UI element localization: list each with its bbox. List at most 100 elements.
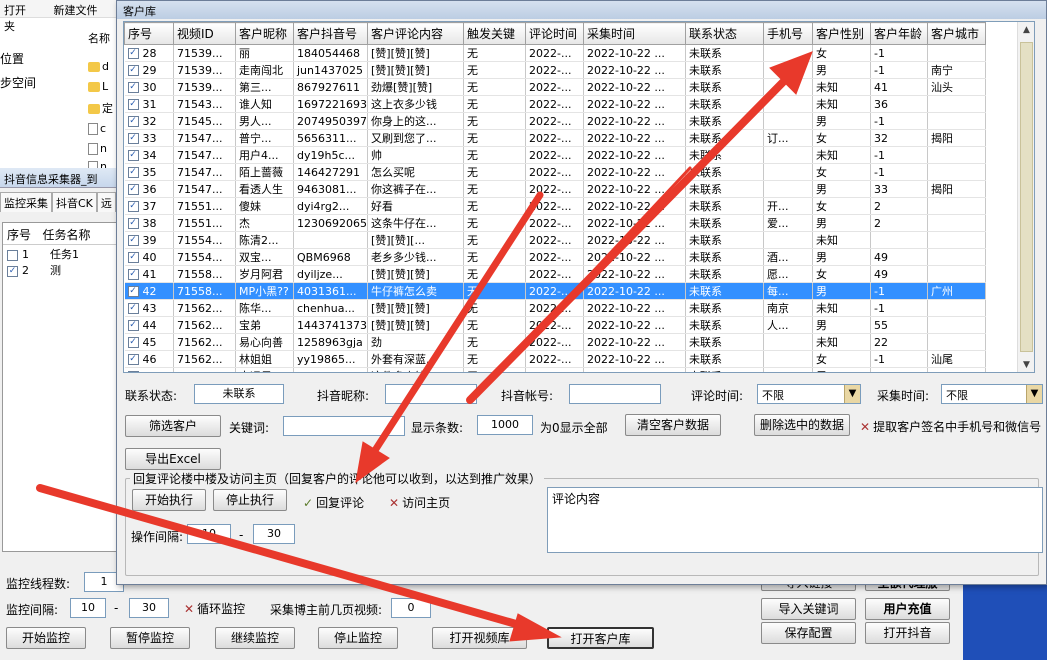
start-monitor-button[interactable]: 开始监控 (6, 627, 86, 649)
checkbox[interactable]: ✓ (127, 337, 139, 348)
table-row[interactable]: ✓ 41 71558... 岁月阿君 dyiljze... [赞][赞][赞] 无 2022-… (124, 265, 986, 283)
comment-content-textarea[interactable]: 评论内容 (547, 487, 1043, 553)
column-header[interactable]: 客户抖音号 (293, 22, 368, 45)
interval-to-input[interactable]: 30 (129, 598, 169, 618)
checkbox[interactable]: ✓ (127, 354, 139, 365)
import-keywords-button[interactable]: 导入关键词 (761, 598, 856, 620)
scroll-thumb[interactable] (1020, 42, 1033, 352)
checkbox[interactable]: ✓ (127, 286, 139, 297)
nav-item-space[interactable]: 步空间 (0, 74, 36, 91)
column-header[interactable]: 触发关键 (463, 22, 526, 45)
checkbox[interactable]: ✓ (127, 252, 139, 263)
checkbox[interactable]: ✓ (127, 371, 139, 372)
col-header-task-name[interactable]: 任务名称 (42, 228, 90, 242)
column-header[interactable]: 视频ID (173, 22, 236, 45)
loop-monitor-option[interactable]: ✕ 循环监控 (184, 600, 245, 617)
table-row[interactable]: ✓ 34 71547... 用户4... dy19h5c... 帅无 2022-... 202… (124, 146, 986, 164)
nav-item-location[interactable]: 位置 (0, 50, 24, 67)
checkbox[interactable]: ✓ (127, 133, 139, 144)
column-header[interactable]: 评论时间 (525, 22, 584, 45)
table-row[interactable]: ✓ 35 71547... 陌上蔷薇 146427291 怎么买呢无 2022-... 202… (124, 163, 986, 181)
column-header[interactable]: 客户昵称 (235, 22, 294, 45)
dropdown-arrow-icon[interactable]: ▼ (844, 385, 860, 403)
tab-more[interactable]: 远 (96, 192, 116, 212)
export-excel-button[interactable]: 导出Excel (125, 448, 221, 470)
checkbox[interactable]: ✓ (127, 82, 139, 93)
collect-time-select[interactable]: 不限 ▼ (941, 384, 1043, 404)
checkbox[interactable]: ✓ (127, 303, 139, 314)
table-row[interactable]: ✓ 39 71554... 陈清2... [赞][赞][... 无 2022-... 2022… (124, 231, 986, 249)
table-row[interactable]: ✓4771562...幸运星354352709这件多少钱无2022-...202… (124, 367, 986, 372)
checkbox[interactable]: ✓ (127, 99, 139, 110)
checkbox[interactable]: ✓ (127, 150, 139, 161)
task-row[interactable]: 1 任务1 (3, 245, 118, 261)
list-item[interactable]: 定 (88, 100, 113, 116)
clear-customer-data-button[interactable]: 清空客户数据 (625, 414, 721, 436)
interval-from-input[interactable]: 10 (70, 598, 106, 618)
contact-status-input[interactable]: 未联系 (194, 384, 284, 404)
resume-monitor-button[interactable]: 继续监控 (215, 627, 295, 649)
checkbox[interactable]: ✓ (7, 265, 18, 277)
table-row[interactable]: ✓ 42 71558... MP小黑?? 4031361... 牛仔裤怎么卖无 2022-.… (124, 282, 986, 300)
nickname-input[interactable] (385, 384, 477, 404)
open-video-library-button[interactable]: 打开视频库 (432, 627, 527, 649)
save-config-button[interactable]: 保存配置 (761, 622, 856, 644)
stop-monitor-button[interactable]: 停止监控 (318, 627, 398, 649)
op-interval-from-input[interactable]: 10 (187, 524, 231, 544)
pause-monitor-button[interactable]: 暂停监控 (110, 627, 190, 649)
show-count-input[interactable]: 1000 (477, 415, 533, 435)
start-execution-button[interactable]: 开始执行 (132, 489, 206, 511)
table-row[interactable]: ✓ 44 71562... 宝弟 1443741373 [赞][赞][赞] 无 2022-..… (124, 316, 986, 334)
open-customer-library-button[interactable]: 打开客户库 (547, 627, 654, 649)
checkbox[interactable]: ✓ (127, 65, 139, 76)
delete-selected-button[interactable]: 删除选中的数据 (754, 414, 850, 436)
name-column-header[interactable]: 名称 (88, 30, 110, 46)
checkbox[interactable]: ✓ (127, 201, 139, 212)
comment-time-select[interactable]: 不限 ▼ (757, 384, 861, 404)
reply-comment-option[interactable]: ✓ 回复评论 (303, 494, 364, 511)
tab-monitor[interactable]: 监控采集 (0, 192, 52, 212)
table-row[interactable]: ✓ 33 71547... 普宁... 5656311... 又刷到您了... 无 2022-… (124, 129, 986, 147)
table-row[interactable]: ✓ 36 71547... 看透人生 9463081... 你这裤子在... 无 2022-.… (124, 180, 986, 198)
list-item[interactable]: n (88, 142, 107, 155)
column-header[interactable]: 手机号 (763, 22, 813, 45)
vertical-scrollbar[interactable]: ▲ ▼ (1017, 22, 1034, 372)
table-row[interactable]: ✓ 40 71554... 双宝... QBM6968 老乡多少钱... 无 2022-...… (124, 248, 986, 266)
table-row[interactable]: ✓ 31 71543... 谁人知 1697221693 这上衣多少钱无 2022-... 2… (124, 95, 986, 113)
collect-pages-input[interactable]: 0 (391, 598, 431, 618)
table-row[interactable]: ✓ 32 71545... 男人... 2074950397 你身上的这... 无 2022-… (124, 112, 986, 130)
column-header[interactable]: 客户城市 (927, 22, 986, 45)
column-header[interactable]: 客户年龄 (870, 22, 928, 45)
checkbox[interactable]: ✓ (127, 320, 139, 331)
list-item[interactable]: d (88, 60, 109, 73)
task-row[interactable]: ✓ 2 测 (3, 261, 118, 277)
filter-customers-button[interactable]: 筛选客户 (125, 415, 221, 437)
table-row[interactable]: ✓ 28 71539... 丽 184054468 [赞][赞][赞] 无 2022-... 2… (124, 44, 986, 62)
user-recharge-button[interactable]: 用户充值 (865, 598, 950, 620)
checkbox[interactable]: ✓ (127, 269, 139, 280)
table-row[interactable]: ✓ 45 71562... 易心向善 1258963gja 劲无 2022-... 2022-… (124, 333, 986, 351)
scroll-down-icon[interactable]: ▼ (1018, 357, 1034, 372)
col-header-no[interactable]: 序号 (7, 228, 31, 242)
column-header[interactable]: 联系状态 (685, 22, 764, 45)
menu-open[interactable]: 打开 (4, 4, 26, 17)
column-header[interactable]: 采集时间 (583, 22, 686, 45)
list-item[interactable]: L (88, 80, 108, 93)
column-header[interactable]: 客户评论内容 (367, 22, 464, 45)
scroll-up-icon[interactable]: ▲ (1018, 22, 1034, 39)
op-interval-to-input[interactable]: 30 (253, 524, 295, 544)
checkbox[interactable]: ✓ (127, 116, 139, 127)
extract-contact-option[interactable]: ✕ 提取客户签名中手机号和微信号 (860, 418, 1041, 435)
table-row[interactable]: ✓ 29 71539... 走南闯北 jun1437025 [赞][赞][赞] 无 2022-… (124, 61, 986, 79)
checkbox[interactable]: ✓ (127, 218, 139, 229)
visit-homepage-option[interactable]: ✕ 访问主页 (389, 494, 450, 511)
table-row[interactable]: ✓ 37 71551... 傻妹 dyi4rg2... 好看无 2022-... 2022-1… (124, 197, 986, 215)
checkbox[interactable] (7, 249, 18, 261)
table-row[interactable]: ✓ 43 71562... 陈华... chenhua... [赞][赞][赞] 无 2022… (124, 299, 986, 317)
account-input[interactable] (569, 384, 661, 404)
checkbox[interactable]: ✓ (127, 184, 139, 195)
table-row[interactable]: ✓ 38 71551... 杰 1230692065 这条牛仔在... 无 2022-... 2… (124, 214, 986, 232)
list-item[interactable]: c (88, 122, 106, 135)
column-header[interactable]: 序号 (124, 22, 174, 45)
tab-douyin-ck[interactable]: 抖音CK (52, 192, 97, 212)
